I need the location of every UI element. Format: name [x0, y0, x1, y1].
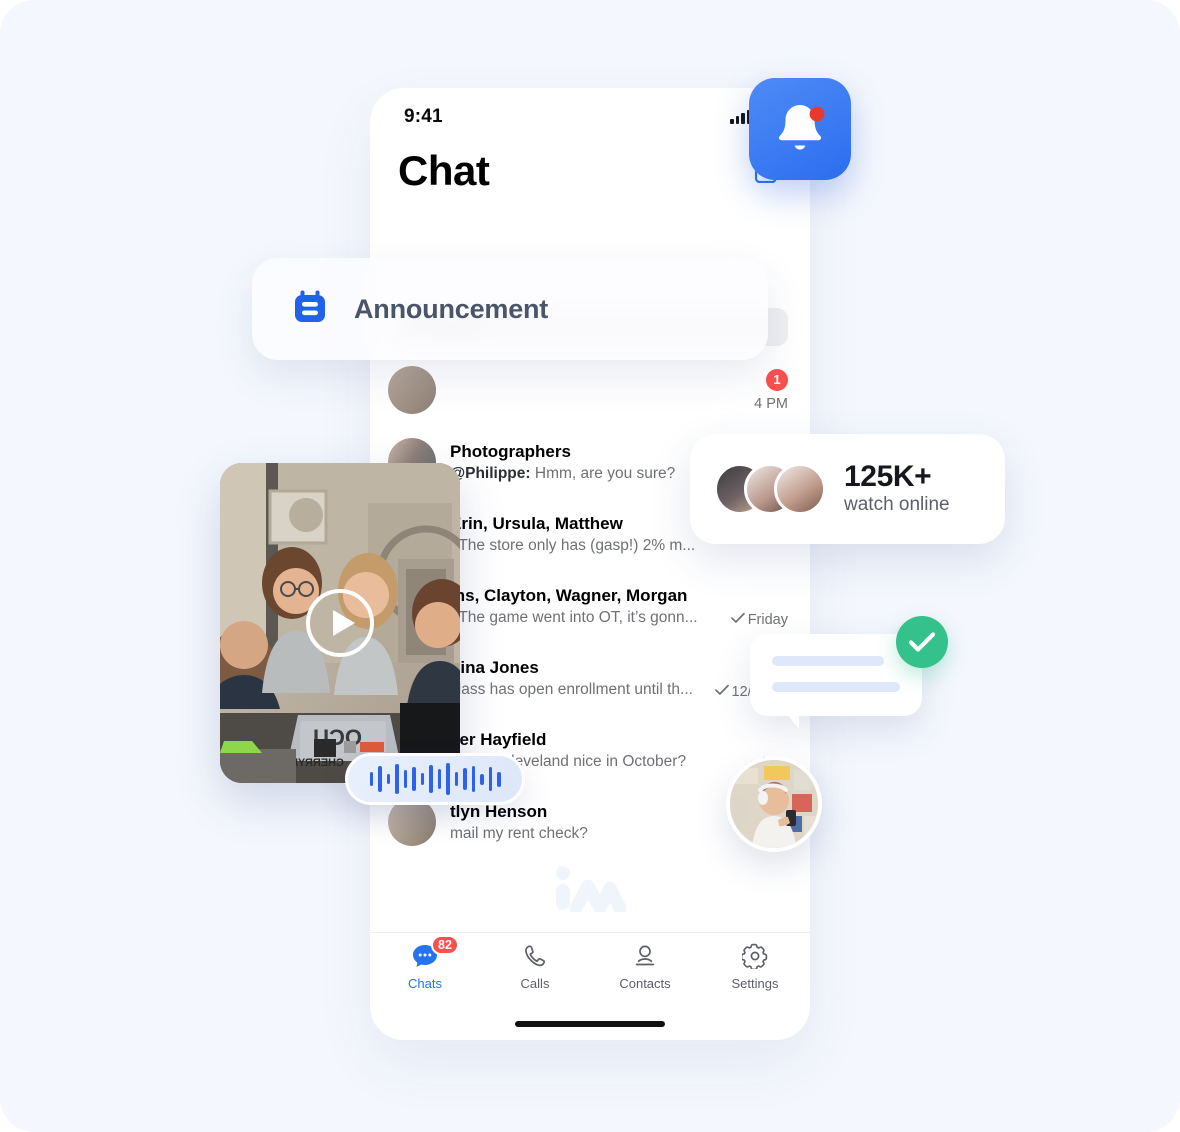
- chat-name: ms, Clayton, Wagner, Morgan: [450, 585, 688, 605]
- bubble-line: [772, 682, 900, 692]
- app-header: Chat: [370, 140, 810, 202]
- watch-online-card: 125K+ watch online: [690, 434, 1005, 544]
- avatar-image: [730, 760, 818, 848]
- announcement-label: Announcement: [354, 293, 549, 324]
- video-preview-card[interactable]: OCU CHERRYDECK: [220, 463, 460, 783]
- tab-calls[interactable]: Calls: [480, 941, 590, 1011]
- play-icon[interactable]: [306, 589, 374, 657]
- chat-row-text: ms, Clayton, Wagner, Morgan : The game w…: [450, 585, 714, 628]
- chat-preview: mail my rent check?: [450, 824, 588, 842]
- chat-name: gina Jones: [450, 657, 539, 677]
- tab-label: Calls: [520, 976, 550, 991]
- tab-settings[interactable]: Settings: [700, 941, 810, 1011]
- page-title: Chat: [398, 147, 490, 194]
- chat-preview: @Philippe: Hmm, are you sure?: [450, 463, 697, 484]
- gear-icon: [742, 941, 768, 971]
- chat-row-meta: 1 4 PM: [714, 368, 788, 412]
- signal-bars-icon: [730, 110, 750, 124]
- page-canvas: 9:41 Chat Se: [0, 0, 1180, 1132]
- chat-row-meta: Friday: [714, 585, 788, 628]
- viewer-avatar-stack: [714, 463, 826, 515]
- home-indicator[interactable]: [515, 1021, 665, 1027]
- chats-badge: 82: [431, 935, 459, 955]
- chat-bubble-icon: 82: [411, 935, 459, 971]
- status-badge: 1: [766, 368, 788, 391]
- avatar: [774, 463, 826, 515]
- viewer-caption: watch online: [844, 494, 950, 515]
- chat-name: ker Hayfield: [450, 729, 547, 749]
- tab-label: Contacts: [619, 976, 671, 991]
- tab-chats[interactable]: 82 Chats: [370, 935, 480, 1011]
- chat-preview: : The store only has (gasp!) 2% m...: [450, 536, 696, 554]
- viewer-count: 125K+: [844, 460, 932, 493]
- avatar: [388, 366, 436, 414]
- chat-preview-sender: @Philippe:: [450, 464, 531, 482]
- phone-icon: [522, 941, 548, 971]
- chat-row-text: tlyn Henson mail my rent check?: [450, 801, 714, 844]
- app-icon[interactable]: [749, 78, 851, 180]
- user-avatar-photo: [726, 756, 822, 852]
- check-icon: [714, 684, 729, 700]
- chat-timestamp: 4 PM: [754, 395, 788, 412]
- message-sent-card: [750, 616, 948, 729]
- tab-bar: 82 Chats Calls Contacts Settings: [370, 932, 810, 1040]
- chat-timestamp: Friday: [730, 611, 788, 628]
- chat-preview-body: Hmm, are you sure?: [530, 464, 676, 482]
- chat-name: Photographers: [450, 441, 571, 461]
- avatar: [388, 798, 436, 846]
- table-row[interactable]: 1 4 PM: [370, 354, 810, 426]
- chat-row-text: gina Jones class has open enrollment unt…: [450, 657, 714, 700]
- notification-dot: [809, 106, 825, 122]
- chat-row-text: Erin, Ursula, Matthew : The store only h…: [450, 513, 714, 556]
- chat-name: Erin, Ursula, Matthew: [450, 513, 623, 533]
- announcement-card[interactable]: Announcement: [252, 258, 768, 360]
- brand-watermark: [554, 864, 627, 917]
- robot-bot-icon: [292, 289, 328, 330]
- chat-row-text: Photographers @Philippe: Hmm, are you su…: [450, 441, 705, 484]
- chat-preview: : The game went into OT, it’s gonn...: [450, 608, 698, 626]
- tab-label: Chats: [408, 976, 442, 991]
- status-bar: 9:41: [370, 88, 810, 146]
- chat-preview: class has open enrollment until th...: [450, 680, 693, 698]
- bubble-line: [772, 656, 884, 666]
- tab-contacts[interactable]: Contacts: [590, 941, 700, 1011]
- voice-note-pill[interactable]: [345, 753, 525, 805]
- tab-label: Settings: [731, 976, 779, 991]
- check-icon: [730, 612, 745, 628]
- status-time: 9:41: [404, 106, 443, 127]
- chat-time-text: Friday: [747, 611, 788, 628]
- watch-online-text: 125K+ watch online: [844, 461, 950, 517]
- person-icon: [632, 941, 658, 971]
- check-circle-icon: [896, 616, 948, 668]
